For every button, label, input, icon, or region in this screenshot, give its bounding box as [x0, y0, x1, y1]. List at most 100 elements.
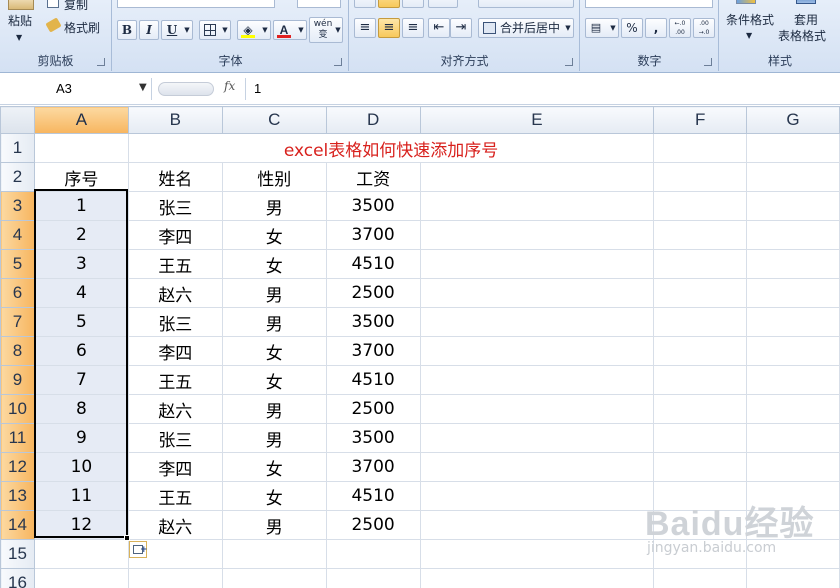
cell[interactable]: [419, 481, 655, 511]
name-cell[interactable]: 张三: [127, 191, 223, 221]
column-header-c[interactable]: C: [221, 106, 327, 134]
accounting-format-button[interactable]: ▤ ▼: [585, 18, 619, 38]
salary-cell[interactable]: 3500: [325, 191, 421, 221]
increase-indent-button[interactable]: ⇥: [450, 18, 472, 38]
name-cell[interactable]: 李四: [127, 452, 223, 482]
row-header[interactable]: 7: [0, 307, 35, 337]
align-bottom-button[interactable]: [402, 0, 424, 8]
gender-cell[interactable]: 女: [221, 336, 327, 366]
name-cell[interactable]: 赵六: [127, 278, 223, 308]
phonetic-button[interactable]: wén 变 ▼: [309, 17, 343, 43]
cell[interactable]: [746, 539, 840, 569]
cell[interactable]: [653, 249, 748, 279]
row-header[interactable]: 1: [0, 133, 35, 163]
cell[interactable]: [33, 133, 129, 163]
cell[interactable]: [419, 249, 655, 279]
underline-dropdown-icon[interactable]: ▼: [182, 21, 192, 39]
insert-function-icon[interactable]: fx: [224, 79, 235, 93]
column-header-g[interactable]: G: [746, 106, 840, 134]
font-name-combo[interactable]: [117, 0, 275, 8]
decrease-indent-button[interactable]: ⇤: [428, 18, 450, 38]
table-format-button[interactable]: 套用: [794, 12, 818, 28]
wrap-text-button[interactable]: [478, 0, 574, 8]
cell[interactable]: [653, 336, 748, 366]
paste-button[interactable]: 粘贴: [8, 13, 32, 29]
accounting-dropdown-icon[interactable]: ▼: [608, 19, 618, 37]
salary-cell[interactable]: 3500: [325, 423, 421, 453]
seq-cell[interactable]: 10: [33, 452, 129, 482]
cell[interactable]: [653, 452, 748, 482]
fill-dropdown-icon[interactable]: ▼: [260, 21, 270, 39]
underline-button[interactable]: U ▼: [161, 20, 193, 40]
fill-color-button[interactable]: ◈ ▼: [237, 20, 271, 40]
cell[interactable]: [746, 394, 840, 424]
salary-cell[interactable]: 2500: [325, 510, 421, 540]
orientation-button[interactable]: [428, 0, 458, 8]
cell[interactable]: [653, 423, 748, 453]
salary-cell[interactable]: 4510: [325, 481, 421, 511]
copy-button[interactable]: 复制: [64, 0, 88, 13]
row-header[interactable]: 6: [0, 278, 35, 308]
salary-cell[interactable]: 3700: [325, 336, 421, 366]
cell[interactable]: [221, 539, 327, 569]
comma-button[interactable]: ,: [645, 18, 667, 38]
salary-cell[interactable]: 2500: [325, 278, 421, 308]
name-cell[interactable]: 张三: [127, 423, 223, 453]
name-cell[interactable]: 王五: [127, 249, 223, 279]
format-painter-button[interactable]: 格式刷: [64, 20, 100, 36]
alignment-launcher-icon[interactable]: [565, 58, 573, 66]
salary-cell[interactable]: 2500: [325, 394, 421, 424]
increase-decimal-button[interactable]: ←.0 .00: [669, 18, 691, 38]
cell[interactable]: [653, 307, 748, 337]
header-cell-seq[interactable]: 序号: [33, 162, 129, 192]
cell[interactable]: [419, 162, 655, 192]
row-header[interactable]: 11: [0, 423, 35, 453]
conditional-format-button[interactable]: 条件格式: [726, 12, 774, 28]
cell[interactable]: [746, 481, 840, 511]
gender-cell[interactable]: 男: [221, 510, 327, 540]
borders-button[interactable]: ▼: [199, 20, 231, 40]
font-color-button[interactable]: A ▼: [273, 20, 307, 40]
salary-cell[interactable]: 3500: [325, 307, 421, 337]
cell[interactable]: [325, 568, 421, 588]
cell[interactable]: [746, 249, 840, 279]
seq-cell[interactable]: 2: [33, 220, 129, 250]
cell[interactable]: [419, 336, 655, 366]
gender-cell[interactable]: 女: [221, 452, 327, 482]
cell[interactable]: [653, 191, 748, 221]
column-header-e[interactable]: E: [419, 106, 655, 134]
align-top-button[interactable]: [354, 0, 376, 8]
cell[interactable]: [746, 133, 840, 163]
cell[interactable]: [33, 539, 129, 569]
name-box[interactable]: A3 ▼: [0, 78, 152, 100]
borders-dropdown-icon[interactable]: ▼: [220, 21, 230, 39]
align-middle-button[interactable]: [378, 0, 400, 8]
salary-cell[interactable]: 3700: [325, 452, 421, 482]
table-format-button-line2[interactable]: 表格格式: [778, 28, 826, 44]
gender-cell[interactable]: 女: [221, 365, 327, 395]
row-header[interactable]: 15: [0, 539, 35, 569]
row-header[interactable]: 5: [0, 249, 35, 279]
select-all-corner[interactable]: [0, 106, 35, 134]
seq-cell[interactable]: 1: [33, 191, 129, 221]
number-launcher-icon[interactable]: [704, 58, 712, 66]
header-cell-name[interactable]: 姓名: [127, 162, 223, 192]
gender-cell[interactable]: 男: [221, 278, 327, 308]
number-format-combo[interactable]: [585, 0, 713, 8]
salary-cell[interactable]: 4510: [325, 365, 421, 395]
cell[interactable]: [746, 452, 840, 482]
name-box-dropdown-icon[interactable]: ▼: [139, 82, 147, 93]
gender-cell[interactable]: 女: [221, 220, 327, 250]
seq-cell[interactable]: 6: [33, 336, 129, 366]
column-header-d[interactable]: D: [325, 106, 421, 134]
cell[interactable]: [746, 220, 840, 250]
row-header[interactable]: 2: [0, 162, 35, 192]
cell[interactable]: [746, 307, 840, 337]
cell[interactable]: [653, 365, 748, 395]
merge-center-button[interactable]: 合并后居中 ▼: [478, 18, 574, 38]
name-box-resize-handle[interactable]: [158, 82, 214, 96]
row-header[interactable]: 12: [0, 452, 35, 482]
row-header[interactable]: 14: [0, 510, 35, 540]
cell[interactable]: [325, 539, 421, 569]
cell[interactable]: [419, 278, 655, 308]
